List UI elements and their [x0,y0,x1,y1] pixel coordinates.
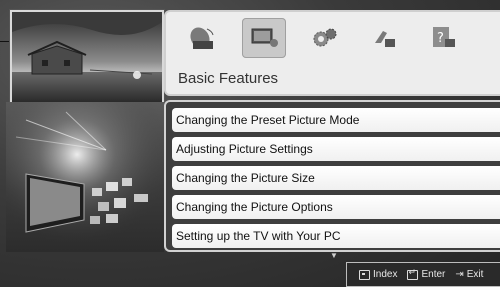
tab-input[interactable] [362,18,406,58]
tv-screen-icon [251,28,278,47]
scroll-down-icon[interactable]: ▼ [330,251,338,260]
enter-hint[interactable]: Enter [407,267,446,280]
satellite-dish-icon [190,27,214,49]
index-hint[interactable]: Index [359,269,397,280]
menu-item-picture-options[interactable]: Changing the Picture Options [172,195,500,219]
tv-artwork-illustration [6,102,164,252]
category-title: Basic Features [178,70,279,87]
category-header: ? Basic Features [164,10,500,96]
svg-text:?: ? [437,31,444,46]
gears-icon [313,28,337,47]
submenu-list: Changing the Preset Picture Mode Adjusti… [164,100,500,252]
landscape-image [12,12,162,102]
tab-channel[interactable] [180,18,224,58]
enter-label: Enter [421,269,446,280]
menu-item-preset-picture-mode[interactable]: Changing the Preset Picture Mode [172,108,500,132]
help-question-icon: ? [433,27,455,47]
navigation-hint-bar: Index Enter ⇥ Exit [346,262,500,287]
menu-item-picture-size[interactable]: Changing the Picture Size [172,166,500,190]
exit-label: Exit [466,269,484,280]
picture-preview [10,10,164,104]
exit-hint[interactable]: ⇥ Exit [455,269,483,280]
tab-setup[interactable] [302,18,346,58]
feature-artwork-panel [6,102,164,252]
menu-item-tv-with-pc[interactable]: Setting up the TV with Your PC [172,224,500,248]
index-key-icon [359,269,370,280]
tab-picture[interactable] [242,18,286,58]
enter-key-icon [407,267,419,280]
tab-support[interactable]: ? [422,18,466,58]
hand-pointer-icon [375,31,395,47]
index-label: Index [373,269,398,280]
menu-item-adjusting-picture-settings[interactable]: Adjusting Picture Settings [172,137,500,161]
exit-key-icon: ⇥ [455,269,464,280]
